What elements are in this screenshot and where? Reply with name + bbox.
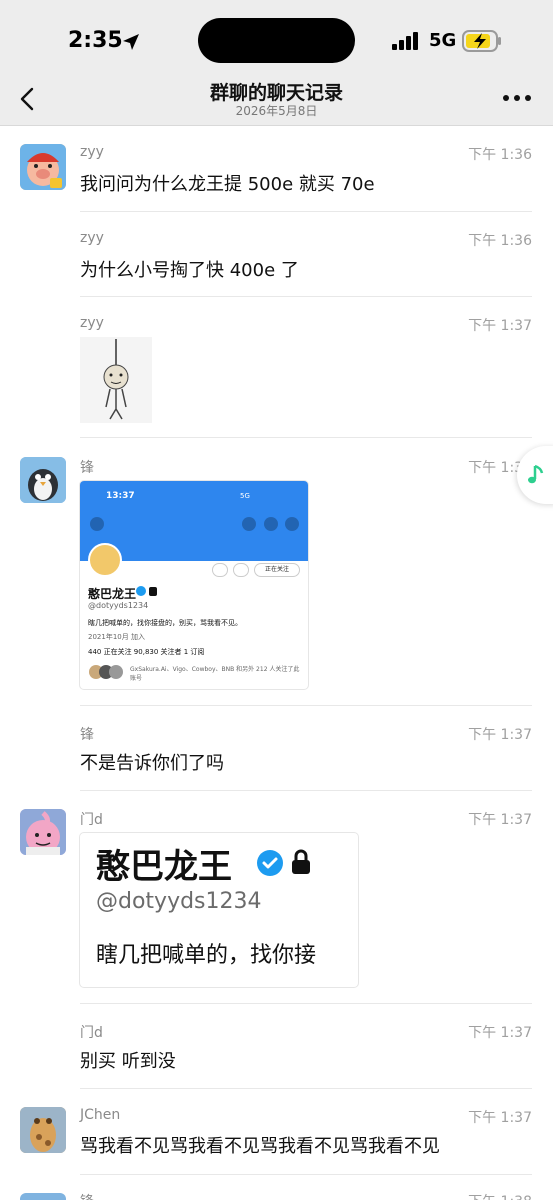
message-text: 不是告诉你们了吗: [80, 753, 224, 774]
avatar-feng[interactable]: [20, 1193, 66, 1200]
screenshot-back-icon: [90, 517, 104, 531]
page-subtitle-date: 2026年5月8日: [235, 104, 318, 118]
message-time: 下午 1:37: [468, 812, 532, 828]
page-title: 群聊的聊天记录: [209, 82, 343, 104]
verified-check-icon: [257, 850, 283, 876]
avatar-jchen[interactable]: [20, 1107, 66, 1153]
avatar-feng[interactable]: [20, 457, 66, 503]
avatar-men-d[interactable]: [20, 809, 66, 855]
hanging-face-sticker: [103, 339, 129, 420]
divider: [80, 1003, 532, 1004]
verified-check-icon: [136, 586, 146, 596]
sender-name: 锋: [80, 460, 94, 476]
screenshot-action-icon: [212, 563, 228, 577]
message-time: 下午 1:36: [468, 233, 532, 249]
sender-name: 门d: [80, 812, 103, 828]
sender-name: zyy: [80, 144, 104, 160]
giraffe-avatar-icon: [20, 1107, 66, 1153]
divider: [80, 790, 532, 791]
profile-crop-image[interactable]: 憨巴龙王 @dotyyds1234 瞎几把喊单的，找你接: [80, 833, 358, 987]
divider: [80, 1174, 532, 1175]
divider: [80, 705, 532, 706]
sender-name: 锋: [80, 727, 94, 743]
pig-avatar-icon: [20, 144, 66, 190]
screenshot-follow-stats: 440 正在关注 90,830 关注者 1 订阅: [88, 648, 205, 656]
dynamic-island: [198, 18, 355, 63]
sender-name: JChen: [80, 1107, 121, 1123]
sticker-image[interactable]: [80, 337, 152, 423]
profile-screenshot-image[interactable]: 13:37 5G 正在关注 憨巴龙王 @dotyyds1234 瞎几把喊单的，找…: [80, 481, 308, 689]
lock-icon: [292, 849, 310, 874]
network-label: 5G: [429, 30, 457, 51]
signal-icon: [392, 32, 418, 50]
crop-profile-handle: @dotyyds1234: [96, 889, 262, 914]
divider: [80, 211, 532, 212]
location-arrow-icon: [123, 34, 139, 50]
screenshot-following-button: 正在关注: [254, 563, 300, 577]
screenshot-followed-by: GxSakura.Ai、Vigo、Cowboy、BNB 和另外 212 人关注了…: [130, 666, 300, 682]
message-text: 骂我看不见骂我看不见骂我看不见骂我看不见: [80, 1136, 440, 1157]
message-time: 下午 1:37: [468, 727, 532, 743]
screenshot-profile-handle: @dotyyds1234: [88, 601, 149, 610]
sender-name: 锋: [80, 1191, 94, 1200]
follower-avatars-icon: [89, 665, 123, 679]
screenshot-refresh-icon: [242, 517, 256, 531]
more-options-button[interactable]: [500, 88, 534, 108]
top-bar: 2:35 5G 群聊的聊天记录 2026年5月8日: [0, 0, 553, 126]
battery-charging-icon: [462, 30, 501, 52]
floating-music-button[interactable]: [517, 446, 553, 504]
message-time: 下午 1:37: [468, 1025, 532, 1041]
message-text: 我问问为什么龙王提 500e 就买 70e: [80, 174, 375, 195]
screenshot-more-icon: [285, 517, 299, 531]
message-time: 下午 1:38: [468, 1191, 532, 1200]
avatar-zyy[interactable]: [20, 144, 66, 190]
screenshot-profile-avatar: [88, 543, 122, 577]
divider: [80, 1088, 532, 1089]
screenshot-status-time: 13:37: [106, 491, 135, 501]
screenshot-message-icon: [233, 563, 249, 577]
screenshot-status-network: 5G: [240, 492, 250, 500]
sender-name: zyy: [80, 315, 104, 331]
divider: [80, 296, 532, 297]
sender-name: zyy: [80, 230, 104, 246]
lock-icon: [149, 587, 157, 596]
message-time: 下午 1:37: [468, 318, 532, 334]
screenshot-join-date: 2021年10月 加入: [88, 633, 145, 641]
screenshot-profile-bio: 瞎几把喊单的，找你接盘的，别买，骂我看不见。: [88, 619, 242, 627]
message-time: 下午 1:36: [468, 147, 532, 163]
crop-profile-name: 憨巴龙王: [96, 847, 232, 887]
music-note-icon: [528, 464, 544, 484]
screenshot-profile-name: 憨巴龙王: [88, 587, 137, 601]
status-time: 2:35: [68, 28, 123, 53]
penguin-avatar-icon: [20, 457, 66, 503]
sender-name: 门d: [80, 1025, 103, 1041]
buu-avatar-icon: [20, 809, 66, 855]
screenshot-search-icon: [264, 517, 278, 531]
divider: [80, 437, 532, 438]
message-text: 别买 听到没: [80, 1051, 176, 1072]
message-text: 为什么小号掏了快 400e 了: [80, 260, 299, 281]
crop-profile-bio: 瞎几把喊单的，找你接: [96, 943, 317, 968]
message-time: 下午 1:37: [468, 1110, 532, 1126]
